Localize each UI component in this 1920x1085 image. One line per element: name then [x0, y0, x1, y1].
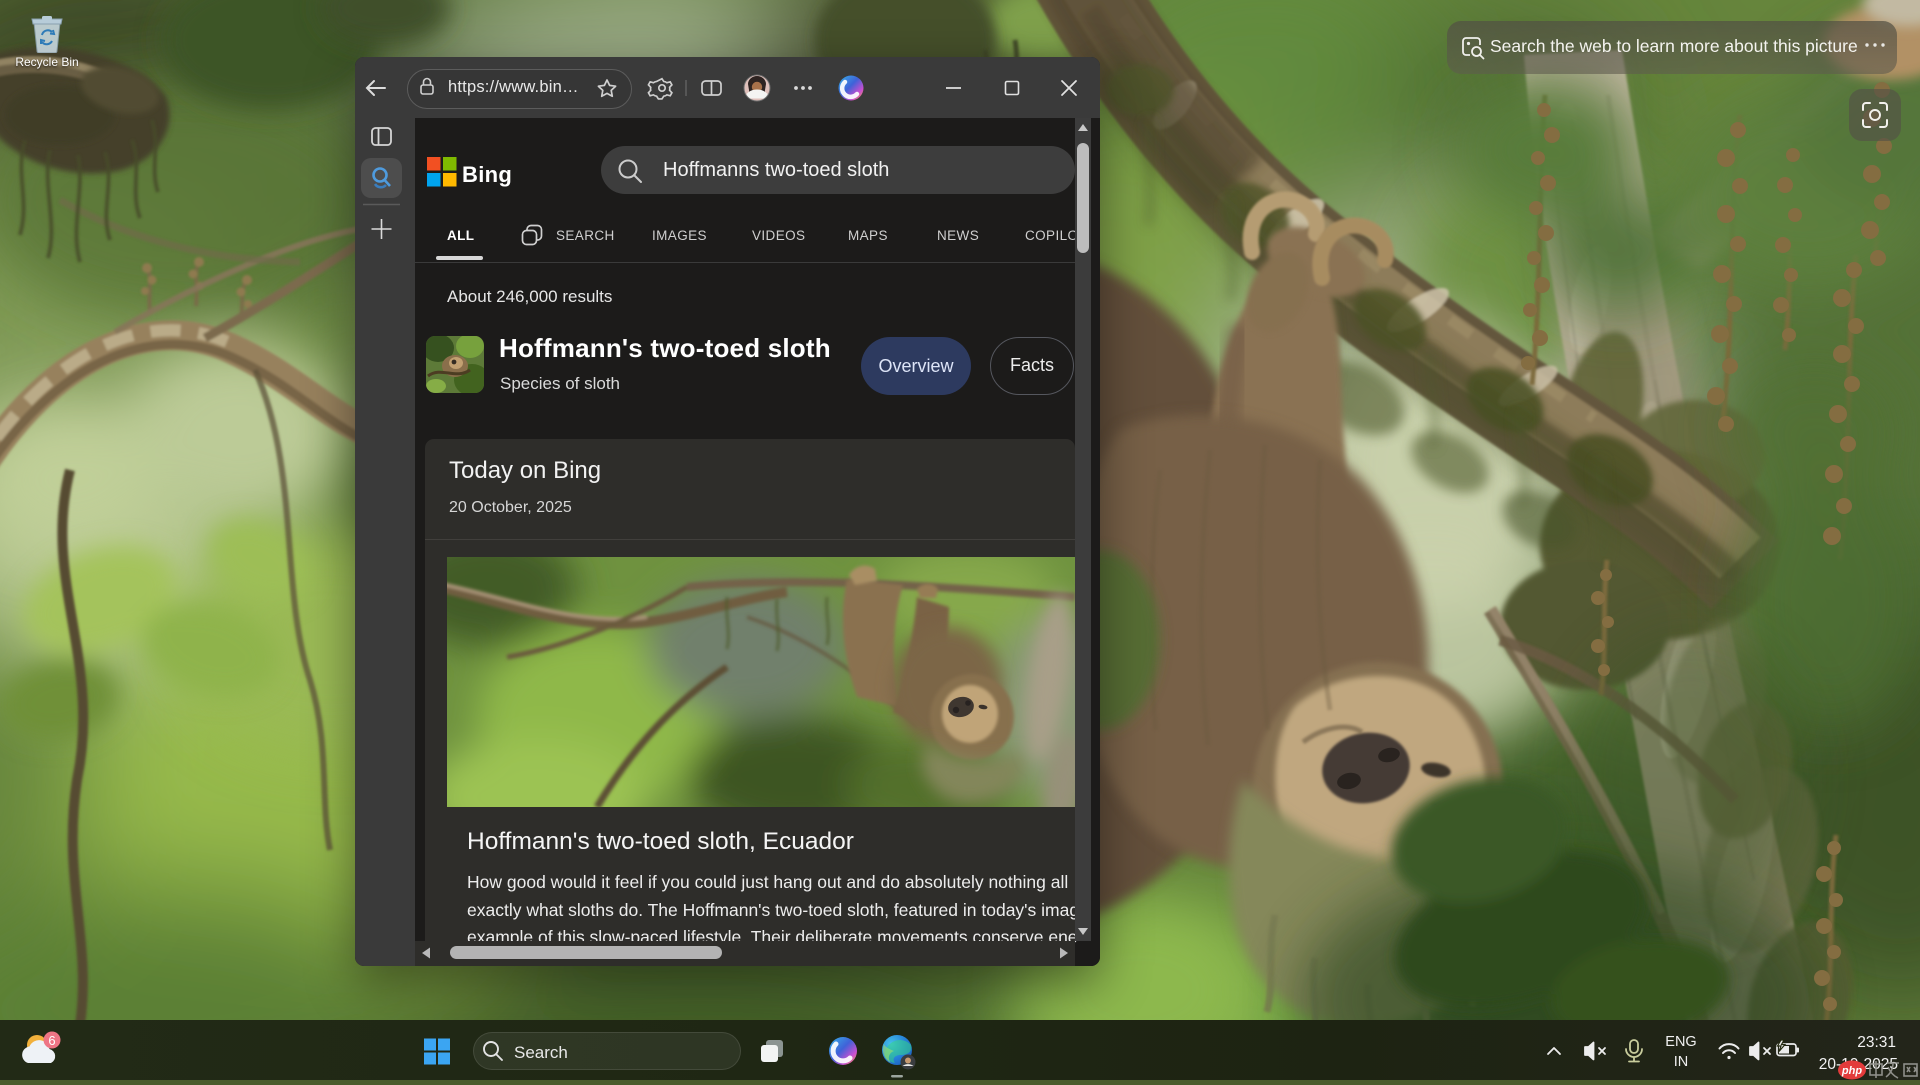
- svg-text:6: 6: [48, 1033, 55, 1048]
- svg-text:ENG: ENG: [1665, 1034, 1696, 1050]
- svg-text:php: php: [1841, 1065, 1862, 1077]
- svg-text:23:31: 23:31: [1857, 1034, 1896, 1051]
- svg-text:IN: IN: [1674, 1054, 1689, 1070]
- svg-text:Search: Search: [514, 1043, 568, 1062]
